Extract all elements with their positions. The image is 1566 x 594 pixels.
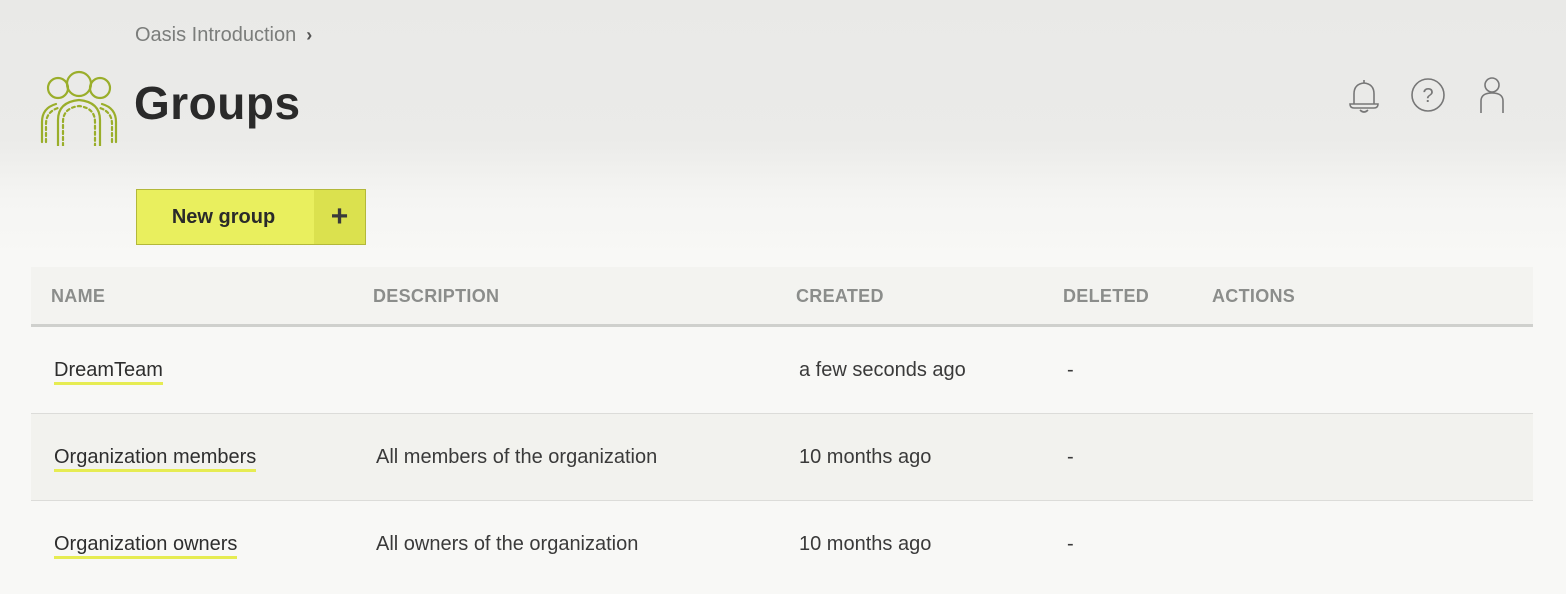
bell-icon[interactable] <box>1344 74 1384 116</box>
group-deleted: - <box>1067 446 1074 468</box>
group-created: a few seconds ago <box>799 359 966 381</box>
breadcrumb: Oasis Introduction › <box>135 24 312 47</box>
group-name-link[interactable]: DreamTeam <box>54 359 163 385</box>
group-created: 10 months ago <box>799 446 932 468</box>
column-header-description[interactable]: DESCRIPTION <box>373 286 499 307</box>
group-description: All members of the organization <box>376 446 658 468</box>
column-header-deleted[interactable]: DELETED <box>1063 286 1149 307</box>
plus-icon: + <box>314 190 365 244</box>
help-icon[interactable]: ? <box>1408 74 1448 116</box>
group-deleted: - <box>1067 533 1074 555</box>
new-group-label: New group <box>171 205 276 228</box>
column-header-created[interactable]: CREATED <box>796 286 884 307</box>
table-row: Organization members All members of the … <box>31 414 1533 501</box>
group-name-link[interactable]: Organization members <box>54 446 257 472</box>
groups-page: Oasis Introduction › Groups ? New group … <box>0 0 1566 594</box>
new-group-button[interactable]: New group + <box>136 189 366 245</box>
page-header: Oasis Introduction › Groups ? <box>0 0 1566 160</box>
column-header-actions: ACTIONS <box>1212 286 1296 306</box>
svg-text:?: ? <box>1422 85 1433 107</box>
user-icon[interactable] <box>1472 74 1512 116</box>
breadcrumb-parent-link[interactable]: Oasis Introduction <box>135 24 296 47</box>
group-created: 10 months ago <box>799 533 932 555</box>
header-actions: ? <box>1344 74 1536 116</box>
group-description: All owners of the organization <box>376 533 639 555</box>
groups-logo-icon <box>36 64 122 148</box>
groups-table: NAME DESCRIPTION CREATED DELETED ACTIONS… <box>31 267 1533 588</box>
breadcrumb-separator: › <box>306 25 313 45</box>
table-header: NAME DESCRIPTION CREATED DELETED ACTIONS <box>31 267 1533 327</box>
group-deleted: - <box>1067 359 1074 381</box>
table-row: DreamTeam a few seconds ago - <box>31 327 1533 414</box>
group-name-link[interactable]: Organization owners <box>54 533 238 559</box>
page-title: Groups <box>134 77 301 129</box>
table-row: Organization owners All owners of the or… <box>31 501 1533 588</box>
column-header-name[interactable]: NAME <box>51 286 105 307</box>
